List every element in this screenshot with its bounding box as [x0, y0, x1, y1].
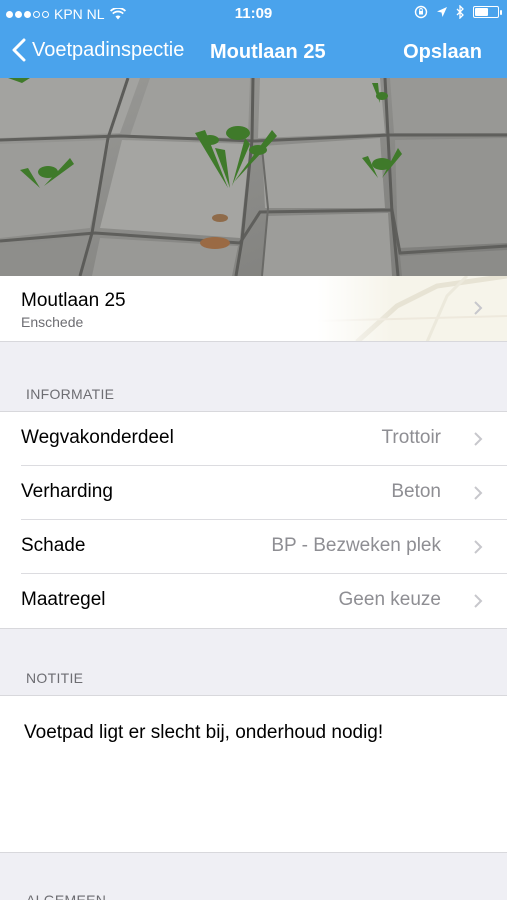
row-label: Schade: [21, 535, 86, 556]
save-button[interactable]: Opslaan: [403, 41, 482, 64]
back-chevron-icon: [12, 38, 26, 62]
inspection-photo[interactable]: [0, 78, 507, 276]
row-maatregel[interactable]: Maatregel Geen keuze: [0, 574, 507, 628]
battery-icon: [473, 6, 502, 18]
row-value: Beton: [391, 481, 441, 502]
lock-rotation-icon: [414, 5, 428, 19]
row-label: Verharding: [21, 481, 113, 502]
chevron-right-icon: [474, 594, 483, 608]
back-button-label: Voetpadinspectie: [32, 38, 185, 61]
section-header-algemeen: ALGEMEEN: [26, 892, 107, 900]
chevron-right-icon: [474, 432, 483, 446]
row-verharding[interactable]: Verharding Beton: [0, 466, 507, 520]
location-subtitle: Enschede: [21, 314, 84, 330]
chevron-right-icon: [474, 540, 483, 554]
back-button[interactable]: Voetpadinspectie: [12, 38, 184, 62]
bluetooth-icon: [456, 5, 464, 19]
informatie-group: Wegvakonderdeel Trottoir Verharding Beto…: [0, 411, 507, 629]
row-label: Wegvakonderdeel: [21, 427, 174, 448]
pavement-photo-image: [0, 78, 507, 276]
status-bar: KPN NL 11:09: [0, 0, 507, 28]
chevron-right-icon: [474, 486, 483, 500]
row-value: Geen keuze: [338, 589, 441, 610]
location-row[interactable]: Moutlaan 25 Enschede: [0, 276, 507, 342]
location-arrow-icon: [437, 7, 447, 17]
note-field[interactable]: Voetpad ligt er slecht bij, onderhoud no…: [0, 695, 507, 853]
chevron-right-icon: [474, 301, 483, 315]
status-right: [414, 5, 502, 19]
row-value: BP - Bezweken plek: [271, 535, 441, 556]
page-title: Moutlaan 25: [210, 41, 326, 63]
section-header-informatie: INFORMATIE: [26, 386, 115, 402]
navigation-bar: Voetpadinspectie Moutlaan 25 Opslaan: [0, 28, 507, 78]
row-label: Maatregel: [21, 589, 106, 610]
section-header-notitie: NOTITIE: [26, 670, 84, 686]
row-wegvakonderdeel[interactable]: Wegvakonderdeel Trottoir: [0, 412, 507, 466]
row-schade[interactable]: Schade BP - Bezweken plek: [0, 520, 507, 574]
row-value: Trottoir: [381, 427, 441, 448]
note-text: Voetpad ligt er slecht bij, onderhoud no…: [24, 722, 384, 743]
location-title: Moutlaan 25: [21, 290, 126, 311]
